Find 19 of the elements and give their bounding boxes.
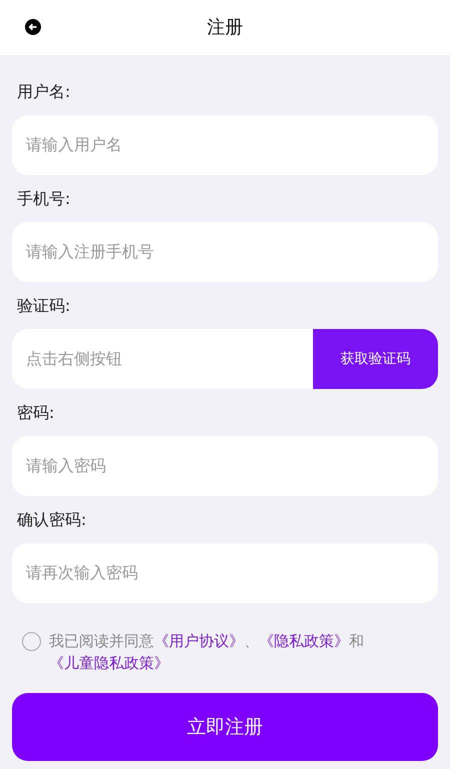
input-field[interactable]: 请输入用户名 [12,115,438,175]
field-label: 手机号: [17,188,72,210]
agreement-link[interactable]: 《用户协议》 [154,632,244,650]
field-label: 用户名: [17,81,72,103]
agreement-link[interactable]: 《儿童隐私政策》 [49,654,169,672]
field-label: 验证码: [17,295,72,317]
agreement-link[interactable]: 《隐私政策》 [259,632,349,650]
agree-radio[interactable] [22,632,41,651]
input-field[interactable]: 请输入注册手机号 [12,222,438,282]
input-field[interactable]: 请再次输入密码 [12,543,438,603]
agreement-text: 我已阅读并同意《用户协议》、《隐私政策》和 《儿童隐私政策》 [49,631,365,674]
input-field[interactable]: 请输入密码 [12,436,438,496]
field-label: 确认密码: [17,509,88,531]
page-title: 注册 [207,16,243,40]
field-label: 密码: [17,402,56,424]
input-field[interactable]: 点击右侧按钮 [12,329,313,389]
register-button[interactable]: 立即注册 [12,693,438,761]
get-code-button[interactable]: 获取验证码 [313,329,438,389]
back-icon[interactable] [25,19,41,35]
